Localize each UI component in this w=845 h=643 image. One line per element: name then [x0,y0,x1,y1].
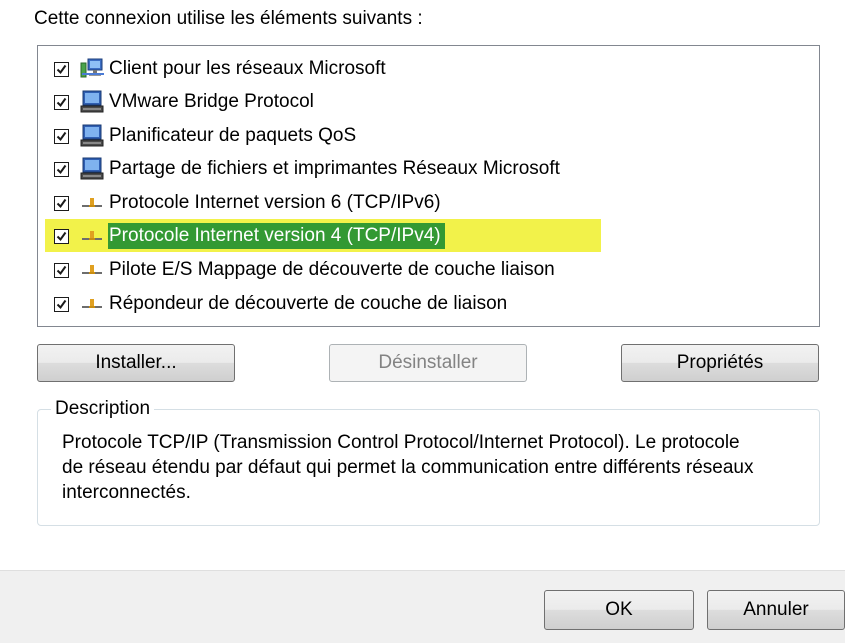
properties-button[interactable]: Propriétés [621,344,819,382]
list-item-vmware-bridge[interactable]: VMware Bridge Protocol [38,86,318,118]
checkbox[interactable] [54,128,69,144]
list-item-lltd-mapper[interactable]: Pilote E/S Mappage de découverte de couc… [38,254,559,286]
checkbox[interactable] [54,296,69,312]
checkbox[interactable] [54,195,69,211]
checkbox[interactable] [54,161,69,177]
connection-items-heading: Cette connexion utilise les éléments sui… [34,8,423,29]
list-item-label: Protocole Internet version 6 (TCP/IPv6) [109,192,441,213]
description-label: Description [51,398,155,420]
network-computer-icon [79,156,105,182]
protocol-icon [79,291,105,317]
list-item-label: VMware Bridge Protocol [109,91,314,112]
list-item-label: Répondeur de découverte de couche de lia… [109,293,508,314]
protocol-icon [79,257,105,283]
network-computer-icon [79,123,105,149]
ok-button[interactable]: OK [544,590,694,630]
list-item-ipv6[interactable]: Protocole Internet version 6 (TCP/IPv6) [38,187,445,219]
list-item-label: Pilote E/S Mappage de découverte de couc… [109,259,555,280]
list-item-client-microsoft[interactable]: Client pour les réseaux Microsoft [38,53,390,85]
checkbox[interactable] [54,262,69,278]
list-item-label: Protocole Internet version 4 (TCP/IPv4) [108,223,445,249]
checkbox[interactable] [54,228,69,244]
network-client-icon [79,56,105,82]
description-text: Protocole TCP/IP (Transmission Control P… [62,432,754,503]
list-item-label: Partage de fichiers et imprimantes Résea… [109,158,560,179]
components-list[interactable]: Client pour les réseaux Microsoft VMware… [37,45,820,327]
protocol-icon [79,190,105,216]
list-item-ipv4[interactable]: Protocole Internet version 4 (TCP/IPv4) [38,220,445,252]
list-item-lltd-responder[interactable]: Répondeur de découverte de couche de lia… [38,288,511,320]
uninstall-button[interactable]: Désinstaller [329,344,527,382]
cancel-button[interactable]: Annuler [707,590,845,630]
checkbox[interactable] [54,94,69,110]
list-item-qos-scheduler[interactable]: Planificateur de paquets QoS [38,120,360,152]
list-item-file-printer-sharing[interactable]: Partage de fichiers et imprimantes Résea… [38,153,564,185]
protocol-icon [79,223,105,249]
list-item-label: Client pour les réseaux Microsoft [109,58,386,79]
install-button[interactable]: Installer... [37,344,235,382]
checkbox[interactable] [54,61,69,77]
network-computer-icon [79,89,105,115]
list-item-label: Planificateur de paquets QoS [109,125,357,146]
